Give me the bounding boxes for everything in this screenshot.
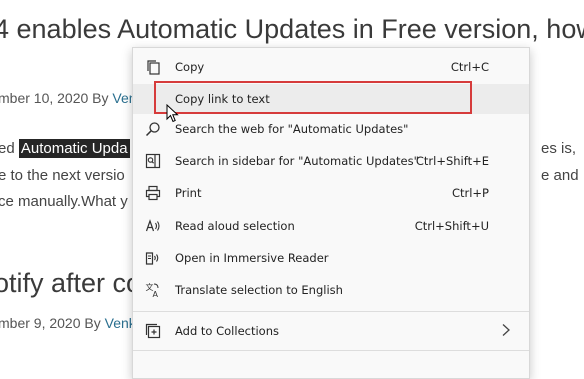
article-line-1: ed Automatic Upda <box>0 139 130 158</box>
menu-item-search-web[interactable]: Search the web for "Automatic Updates" <box>133 114 529 144</box>
menu-separator <box>133 311 529 312</box>
read-aloud-icon <box>145 219 160 232</box>
menu-item-add-to-collections[interactable]: Add to Collections <box>133 316 529 346</box>
menu-item-copy[interactable]: Copy Ctrl+C <box>133 52 529 82</box>
menu-item-translate[interactable]: 文A Translate selection to English <box>133 275 529 305</box>
article-heading-2[interactable]: otify after co <box>0 268 141 299</box>
article-line-3: ce manually.What y <box>0 193 128 210</box>
article-line-2: e to the next versio <box>0 167 125 184</box>
chevron-right-icon <box>502 324 510 336</box>
menu-item-label: Search the web for "Automatic Updates" <box>175 122 409 136</box>
annotation-highlight-box <box>154 81 472 114</box>
menu-item-label: Print <box>175 186 202 200</box>
menu-separator <box>133 350 529 351</box>
immersive-reader-icon <box>145 252 159 265</box>
search-icon <box>145 122 160 137</box>
menu-item-read-aloud[interactable]: Read aloud selection Ctrl+Shift+U <box>133 211 529 241</box>
article-date-2: mber 9, 2020 By <box>0 315 105 331</box>
menu-item-shortcut: Ctrl+Shift+E <box>415 154 489 168</box>
menu-item-immersive-reader[interactable]: Open in Immersive Reader <box>133 243 529 273</box>
article-meta-2: mber 9, 2020 By Venk <box>0 315 136 331</box>
sidebar-search-icon <box>145 153 161 169</box>
menu-item-shortcut: Ctrl+P <box>451 186 489 200</box>
menu-item-label: Open in Immersive Reader <box>175 251 329 265</box>
menu-item-label: Translate selection to English <box>175 283 343 297</box>
menu-item-label: Read aloud selection <box>175 219 295 233</box>
svg-text:A: A <box>153 290 159 298</box>
menu-item-label: Add to Collections <box>175 324 279 338</box>
menu-item-print[interactable]: Print Ctrl+P <box>133 178 529 208</box>
article-meta-1: mber 10, 2020 By Venk <box>0 90 144 106</box>
article-line-2-right: e and <box>541 167 579 184</box>
article-line-1-right: es is, <box>541 140 577 157</box>
menu-item-label: Copy <box>175 60 205 74</box>
article-date-1: mber 10, 2020 By <box>0 90 113 106</box>
translate-icon: 文A <box>146 282 159 298</box>
print-icon <box>145 185 161 201</box>
copy-icon <box>147 60 160 75</box>
menu-item-search-sidebar[interactable]: Search in sidebar for "Automatic Updates… <box>133 146 529 176</box>
article-line-1-text: ed <box>0 140 19 157</box>
article-heading-1[interactable]: 4 enables Automatic Updates in Free vers… <box>0 14 584 45</box>
mouse-cursor-icon <box>166 104 179 123</box>
menu-item-shortcut: Ctrl+Shift+U <box>414 219 489 233</box>
menu-item-shortcut: Ctrl+C <box>450 60 489 74</box>
selected-text[interactable]: Automatic Upda <box>18 139 130 158</box>
collections-icon <box>145 323 161 339</box>
menu-item-label: Search in sidebar for "Automatic Updates… <box>175 154 419 168</box>
